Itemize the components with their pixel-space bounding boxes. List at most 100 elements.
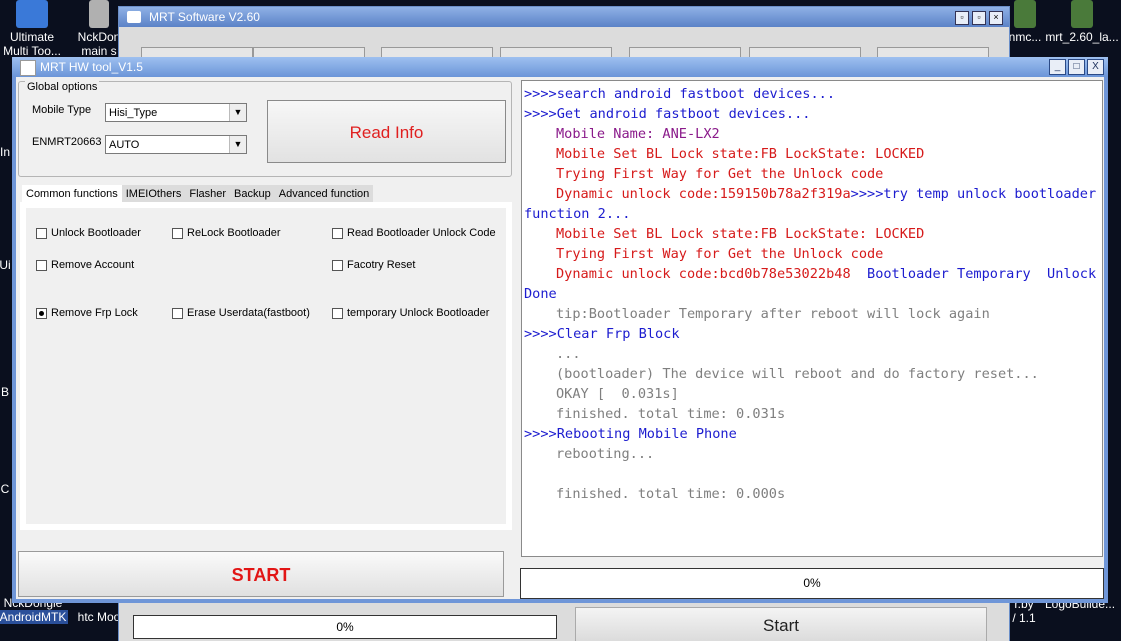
app-icon bbox=[20, 60, 36, 76]
desktop-icon-label: Multi Too... bbox=[3, 44, 61, 58]
common-functions-inner: Unlock Bootloader ReLock Bootloader Read… bbox=[26, 208, 506, 524]
checkbox-label: Remove Frp Lock bbox=[51, 307, 138, 319]
checkbox-box[interactable] bbox=[332, 307, 343, 319]
maximize-icon[interactable]: □ bbox=[1068, 59, 1085, 75]
temporary-unlock-bootloader-checkbox[interactable]: temporary Unlock Bootloader bbox=[332, 307, 489, 319]
relock-bootloader-checkbox[interactable]: ReLock Bootloader bbox=[172, 227, 281, 239]
global-options-group: Global options Mobile Type Hisi_Type ▼ E… bbox=[18, 81, 512, 177]
log-line: Dynamic unlock code:bcd0b78e53022b48 Boo… bbox=[524, 264, 1100, 284]
log-segment: Bootloader Temporary Unlock bbox=[850, 266, 1097, 282]
window-client-area: Global options Mobile Type Hisi_Type ▼ E… bbox=[16, 77, 1104, 599]
background-window-controls: ▫ ▫ × bbox=[955, 11, 1003, 25]
window-titlebar[interactable]: MRT HW tool_V1.5 _ □ X bbox=[12, 57, 1108, 77]
start-button[interactable]: START bbox=[18, 551, 504, 597]
mobile-type-label: Mobile Type bbox=[32, 104, 92, 116]
checkbox-label: ReLock Bootloader bbox=[187, 227, 281, 239]
app-icon bbox=[127, 11, 141, 23]
tab-others[interactable]: Others bbox=[148, 185, 186, 203]
radio-selected-icon[interactable] bbox=[36, 307, 47, 319]
checkbox-label: Read Bootloader Unlock Code bbox=[347, 227, 496, 239]
desktop-icon-label-fragment: / 1.1 bbox=[1012, 611, 1036, 625]
archive-icon bbox=[1014, 0, 1036, 28]
enmrt-label: ENMRT20663 bbox=[32, 136, 102, 148]
log-line: function 2... bbox=[524, 206, 631, 222]
chevron-down-icon[interactable]: ▼ bbox=[229, 104, 246, 121]
log-line: OKAY [ 0.031s] bbox=[556, 386, 679, 402]
background-window-titlebar[interactable]: MRT Software V2.60 ▫ ▫ × bbox=[119, 7, 1009, 27]
remove-account-checkbox[interactable]: Remove Account bbox=[36, 259, 134, 271]
global-options-legend: Global options bbox=[25, 81, 100, 93]
desktop-icon-label: mrt_2.60_la... bbox=[1045, 30, 1119, 44]
window-controls: _ □ X bbox=[1049, 59, 1104, 75]
log-line: tip:Bootloader Temporary after reboot wi… bbox=[556, 306, 990, 322]
log-line: Mobile Name: ANE-LX2 bbox=[556, 126, 720, 142]
log-line: >>>>Rebooting Mobile Phone bbox=[524, 426, 737, 442]
log-line: rebooting... bbox=[556, 446, 655, 462]
log-line: finished. total time: 0.000s bbox=[556, 486, 786, 502]
log-line: Trying First Way for Get the Unlock code bbox=[556, 246, 884, 262]
log-line: >>>>Get android fastboot devices... bbox=[524, 106, 811, 122]
maximize-icon[interactable]: ▫ bbox=[972, 11, 986, 25]
checkbox-label: Remove Account bbox=[51, 259, 135, 271]
unlock-bootloader-checkbox[interactable]: Unlock Bootloader bbox=[36, 227, 141, 239]
mobile-type-select[interactable]: Hisi_Type ▼ bbox=[105, 103, 247, 122]
chevron-down-icon[interactable]: ▼ bbox=[229, 136, 246, 153]
checkbox-box[interactable] bbox=[332, 227, 343, 239]
log-line: Dynamic unlock code:159150b78a2f319a>>>>… bbox=[524, 184, 1100, 204]
minimize-icon[interactable]: ▫ bbox=[955, 11, 969, 25]
read-bootloader-unlock-code-checkbox[interactable]: Read Bootloader Unlock Code bbox=[332, 227, 496, 239]
checkbox-box[interactable] bbox=[36, 259, 47, 271]
log-line: Mobile Set BL Lock state:FB LockState: L… bbox=[556, 226, 925, 242]
tab-advanced-function[interactable]: Advanced function bbox=[274, 185, 374, 203]
ultimate-app-icon bbox=[16, 0, 48, 28]
progress-bar: 0% bbox=[520, 568, 1104, 599]
checkbox-box[interactable] bbox=[172, 227, 183, 239]
checkbox-label: Erase Userdata(fastboot) bbox=[187, 307, 310, 319]
checkbox-label: Facotry Reset bbox=[347, 259, 416, 271]
shortcut-icon bbox=[89, 0, 109, 28]
log-line: (bootloader) The device will reboot and … bbox=[556, 366, 1039, 382]
background-start-button[interactable]: Start bbox=[575, 607, 987, 641]
read-info-button[interactable]: Read Info bbox=[267, 100, 506, 163]
archive-icon bbox=[1071, 0, 1093, 28]
log-line: >>>>search android fastboot devices... bbox=[524, 86, 835, 102]
log-line: finished. total time: 0.031s bbox=[556, 406, 786, 422]
desktop-icon-ultimate[interactable]: Ultimate Multi Too... bbox=[0, 0, 67, 58]
desktop-icon-mrt-archive[interactable]: mrt_2.60_la... bbox=[1044, 0, 1120, 44]
common-functions-panel: Unlock Bootloader ReLock Bootloader Read… bbox=[20, 202, 512, 530]
window-title: MRT HW tool_V1.5 bbox=[40, 60, 143, 74]
tab-flasher[interactable]: Flasher bbox=[185, 185, 231, 203]
tab-common-functions[interactable]: Common functions bbox=[22, 185, 122, 203]
checkbox-label: temporary Unlock Bootloader bbox=[347, 307, 490, 319]
log-line: Mobile Set BL Lock state:FB LockState: L… bbox=[556, 146, 925, 162]
minimize-icon[interactable]: _ bbox=[1049, 59, 1066, 75]
log-line: Trying First Way for Get the Unlock code bbox=[556, 166, 884, 182]
checkbox-box[interactable] bbox=[332, 259, 343, 271]
mrt-hw-tool-window[interactable]: MRT HW tool_V1.5 _ □ X Global options Mo… bbox=[12, 57, 1108, 603]
erase-userdata-checkbox[interactable]: Erase Userdata(fastboot) bbox=[172, 307, 310, 319]
background-progress-bar: 0% bbox=[133, 615, 557, 639]
remove-frp-lock-radio[interactable]: Remove Frp Lock bbox=[36, 307, 138, 319]
background-window-title: MRT Software V2.60 bbox=[149, 10, 260, 24]
function-tabs: Common functions IMEI Others Flasher Bac… bbox=[22, 185, 374, 203]
checkbox-box[interactable] bbox=[36, 227, 47, 239]
close-icon[interactable]: X bbox=[1087, 59, 1104, 75]
desktop-icon-label: Ultimate bbox=[9, 30, 54, 44]
log-output[interactable]: >>>>search android fastboot devices... >… bbox=[521, 80, 1103, 557]
close-icon[interactable]: × bbox=[989, 11, 1003, 25]
tab-backup[interactable]: Backup bbox=[230, 185, 275, 203]
checkbox-label: Unlock Bootloader bbox=[51, 227, 141, 239]
mobile-type-value: Hisi_Type bbox=[109, 107, 158, 119]
enmrt-select[interactable]: AUTO ▼ bbox=[105, 135, 247, 154]
checkbox-box[interactable] bbox=[172, 307, 183, 319]
desktop-icon-label: AndroidMTK bbox=[0, 610, 68, 624]
log-line: ... bbox=[556, 346, 581, 362]
factory-reset-checkbox[interactable]: Facotry Reset bbox=[332, 259, 415, 271]
log-segment: Dynamic unlock code:bcd0b78e53022b48 bbox=[556, 266, 851, 282]
log-segment: Dynamic unlock code:159150b78a2f319a bbox=[556, 186, 851, 202]
log-segment: >>>>try temp unlock bootloader bbox=[850, 186, 1097, 202]
enmrt-value: AUTO bbox=[109, 139, 140, 151]
log-line: Done bbox=[524, 286, 557, 302]
tab-imei[interactable]: IMEI bbox=[121, 185, 149, 203]
